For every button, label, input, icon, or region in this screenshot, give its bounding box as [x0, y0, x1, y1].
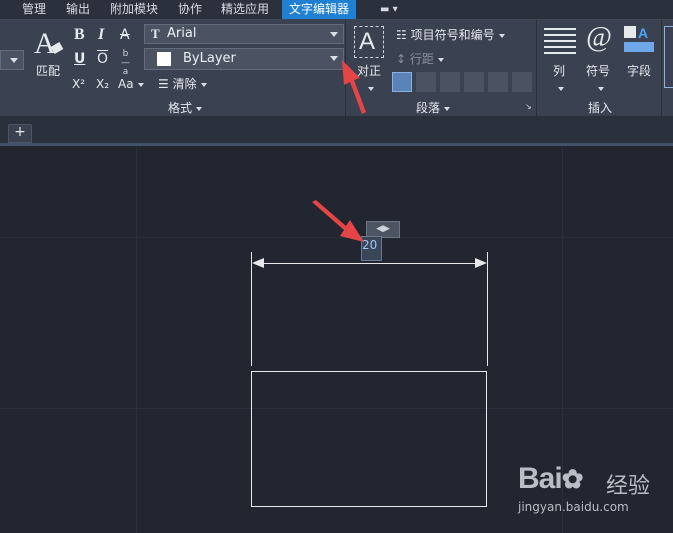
line-spacing-button[interactable]: ↕ 行距: [396, 50, 444, 67]
file-tab-bar: [0, 117, 673, 145]
field-label: 字段: [627, 64, 652, 78]
match-properties-icon[interactable]: A: [32, 26, 64, 60]
color-swatch-icon: [157, 52, 171, 66]
line-spacing-label: 行距: [409, 52, 434, 66]
next-group-icon[interactable]: [664, 26, 673, 88]
clear-button[interactable]: ☰ 清除: [158, 75, 207, 92]
align-distribute-icon[interactable]: [488, 72, 508, 92]
symbol-label: 符号: [586, 64, 611, 78]
justify-icon[interactable]: A: [354, 26, 384, 58]
watermark-logo: Bai✿: [518, 462, 584, 496]
underline-button[interactable]: U: [74, 51, 85, 67]
tab-output[interactable]: 输出: [66, 0, 90, 19]
case-label: Aa: [118, 77, 134, 91]
new-tab-button[interactable]: +: [8, 124, 32, 143]
change-case-button[interactable]: Aa: [118, 76, 144, 92]
color-combo-value: ByLayer: [183, 51, 236, 66]
subscript-button[interactable]: X₂: [96, 76, 109, 92]
watermark-url: jingyan.baidu.com: [518, 500, 629, 514]
align-justify-icon[interactable]: [464, 72, 484, 92]
align-spread-icon[interactable]: [512, 72, 532, 92]
svg-text:A: A: [34, 27, 56, 60]
tab-addins[interactable]: 附加模块: [110, 0, 158, 19]
paragraph-dialog-launcher-icon[interactable]: ↘: [525, 102, 532, 111]
style-combo[interactable]: [0, 50, 24, 70]
color-combo[interactable]: ByLayer: [144, 48, 344, 70]
dimension-line: [262, 263, 477, 264]
font-combo-value: Arial: [167, 26, 197, 41]
truetype-font-icon: T: [151, 26, 160, 41]
line-spacing-icon: ↕: [396, 52, 407, 66]
grid-line: [136, 146, 137, 533]
match-label: 匹配: [36, 64, 61, 78]
watermark-logo-text: Bai: [518, 462, 563, 495]
alignment-buttons: [392, 72, 534, 94]
watermark-suffix: 经验: [606, 474, 651, 499]
dimension-arrow-right: [475, 258, 487, 268]
group-format-label[interactable]: 格式: [168, 99, 203, 116]
bullets-button[interactable]: ☷ 项目符号和编号: [396, 26, 505, 43]
field-icon[interactable]: A: [624, 24, 656, 56]
tab-collaborate[interactable]: 协作: [178, 0, 202, 19]
font-combo[interactable]: T Arial: [144, 24, 344, 44]
paragraph-label-text: 段落: [416, 101, 441, 115]
symbol-dropdown-icon[interactable]: [594, 78, 604, 97]
columns-dropdown-icon[interactable]: [554, 78, 564, 97]
italic-button[interactable]: I: [98, 27, 104, 43]
format-label-text: 格式: [168, 101, 193, 115]
stack-fraction-icon[interactable]: b — a: [121, 50, 130, 77]
extension-line-right: [487, 252, 488, 366]
align-center-icon[interactable]: [416, 72, 436, 92]
paw-icon: ✿: [561, 464, 584, 494]
group-insert-label: 插入: [588, 101, 613, 115]
menu-bar: 管理 输出 附加模块 协作 精选应用 文字编辑器 ▬ ▾: [0, 0, 673, 20]
align-left-icon[interactable]: [392, 72, 412, 92]
ribbon: A 匹配 B I A U O b — a X² X₂ Aa T Arial ByLa…: [0, 20, 673, 117]
annotation-arrow: [312, 200, 364, 242]
tab-overflow-icon[interactable]: ▬ ▾: [380, 0, 398, 19]
columns-icon[interactable]: [544, 26, 576, 56]
clear-format-icon: ☰: [158, 77, 169, 91]
bold-button[interactable]: B: [74, 27, 85, 43]
svg-text:A: A: [638, 25, 648, 41]
clear-label: 清除: [172, 77, 197, 91]
bullets-icon: ☷: [396, 28, 407, 42]
strikethrough-button[interactable]: A: [120, 27, 130, 43]
dimension-arrow-left: [252, 258, 264, 268]
extension-line-left: [251, 252, 252, 366]
tab-text-editor[interactable]: 文字编辑器: [282, 0, 357, 19]
ribbon-divider: [536, 20, 537, 116]
bullets-label: 项目符号和编号: [410, 28, 495, 42]
superscript-button[interactable]: X²: [72, 76, 85, 92]
annotation-arrow: [342, 60, 366, 114]
symbol-icon[interactable]: @: [586, 22, 612, 54]
group-paragraph-label[interactable]: 段落: [416, 99, 451, 116]
ribbon-divider: [661, 20, 662, 116]
columns-label: 列: [553, 64, 566, 78]
overline-button[interactable]: O: [97, 51, 108, 67]
align-right-icon[interactable]: [440, 72, 460, 92]
baidu-watermark: Bai✿ 经验 jingyan.baidu.com: [518, 462, 668, 522]
tab-featured-apps[interactable]: 精选应用: [221, 0, 269, 19]
drawn-rectangle[interactable]: [251, 371, 487, 507]
tab-manage[interactable]: 管理: [22, 0, 46, 19]
